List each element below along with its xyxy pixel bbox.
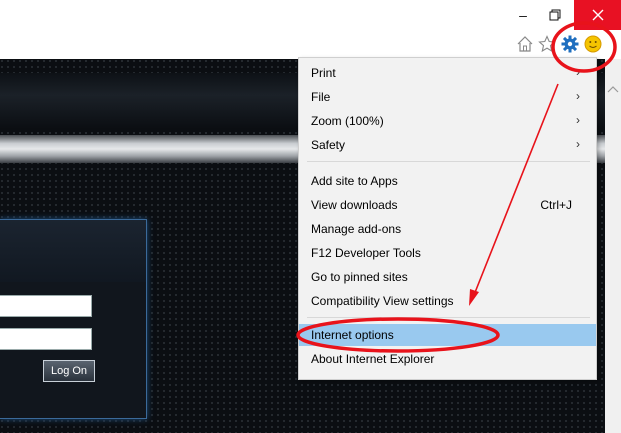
login-panel: Log On bbox=[0, 219, 147, 419]
smiley-icon[interactable] bbox=[584, 35, 602, 53]
menu-item-label: View downloads bbox=[311, 198, 398, 212]
menu-item-label: Internet options bbox=[311, 328, 394, 342]
menu-item-view-downloads[interactable]: View downloads Ctrl+J bbox=[299, 194, 596, 216]
menu-item-safety[interactable]: Safety › bbox=[299, 134, 596, 156]
menu-separator bbox=[307, 317, 590, 318]
close-icon bbox=[592, 9, 603, 21]
password-field[interactable] bbox=[0, 328, 92, 350]
logon-button[interactable]: Log On bbox=[43, 360, 95, 382]
close-button[interactable] bbox=[574, 0, 621, 30]
menu-item-label: About Internet Explorer bbox=[311, 352, 435, 366]
tools-menu: Print › File › Zoom (100%) › Safety › Ad… bbox=[298, 57, 597, 380]
shortcut-label: Ctrl+J bbox=[540, 198, 572, 212]
gear-icon[interactable] bbox=[561, 35, 579, 53]
vertical-scrollbar[interactable] bbox=[605, 59, 621, 433]
submenu-arrow-icon: › bbox=[576, 65, 580, 79]
menu-item-go-to-pinned-sites[interactable]: Go to pinned sites bbox=[299, 266, 596, 288]
menu-item-label: Print bbox=[311, 66, 336, 80]
menu-item-f12-developer-tools[interactable]: F12 Developer Tools bbox=[299, 242, 596, 264]
menu-item-internet-options[interactable]: Internet options bbox=[299, 324, 596, 346]
menu-item-label: Zoom (100%) bbox=[311, 114, 384, 128]
submenu-arrow-icon: › bbox=[576, 113, 580, 127]
menu-separator bbox=[307, 161, 590, 162]
star-icon[interactable] bbox=[538, 35, 556, 53]
menu-item-label: Go to pinned sites bbox=[311, 270, 408, 284]
username-field[interactable] bbox=[0, 295, 92, 317]
menu-item-compatibility-view-settings[interactable]: Compatibility View settings bbox=[299, 290, 596, 312]
menu-item-label: File bbox=[311, 90, 331, 104]
menu-item-zoom[interactable]: Zoom (100%) › bbox=[299, 110, 596, 132]
menu-item-add-site-to-apps[interactable]: Add site to Apps bbox=[299, 170, 596, 192]
menu-item-label: Safety bbox=[311, 138, 346, 152]
login-panel-header bbox=[0, 220, 146, 282]
menu-item-file[interactable]: File › bbox=[299, 86, 596, 108]
menu-item-manage-add-ons[interactable]: Manage add-ons bbox=[299, 218, 596, 240]
menu-item-print[interactable]: Print › bbox=[299, 62, 596, 84]
menu-item-label: F12 Developer Tools bbox=[311, 246, 421, 260]
menu-item-about-internet-explorer[interactable]: About Internet Explorer bbox=[299, 348, 596, 370]
toolbar-icons bbox=[516, 31, 621, 57]
home-icon[interactable] bbox=[516, 35, 534, 53]
restore-button[interactable] bbox=[540, 0, 570, 30]
minimize-button[interactable]: – bbox=[508, 0, 538, 30]
menu-item-label: Manage add-ons bbox=[311, 222, 402, 236]
restore-icon bbox=[549, 9, 561, 21]
menu-item-label: Compatibility View settings bbox=[311, 294, 454, 308]
submenu-arrow-icon: › bbox=[576, 89, 580, 103]
menu-item-label: Add site to Apps bbox=[311, 174, 398, 188]
scroll-up-icon[interactable] bbox=[606, 83, 620, 97]
submenu-arrow-icon: › bbox=[576, 137, 580, 151]
